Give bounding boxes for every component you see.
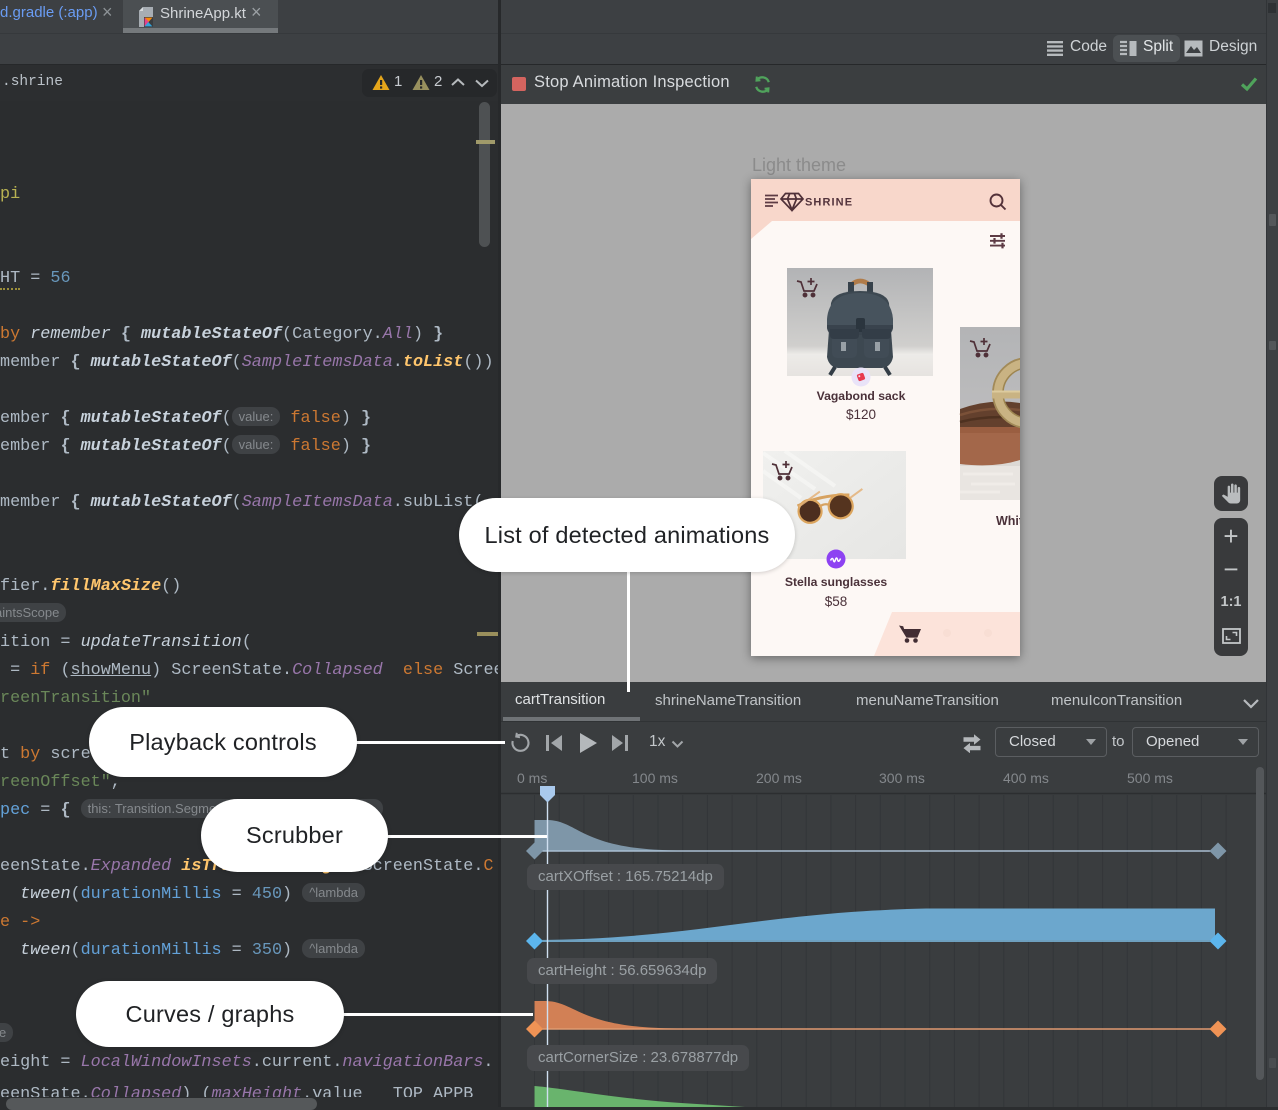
svg-text:Stella sunglasses: Stella sunglasses: [785, 575, 888, 589]
svg-text:Vagabond sack: Vagabond sack: [817, 389, 906, 403]
svg-text:$120: $120: [846, 407, 876, 422]
svg-text:White: White: [996, 514, 1020, 528]
svg-text:SHRINE: SHRINE: [805, 197, 853, 209]
svg-text:$58: $58: [825, 594, 848, 609]
